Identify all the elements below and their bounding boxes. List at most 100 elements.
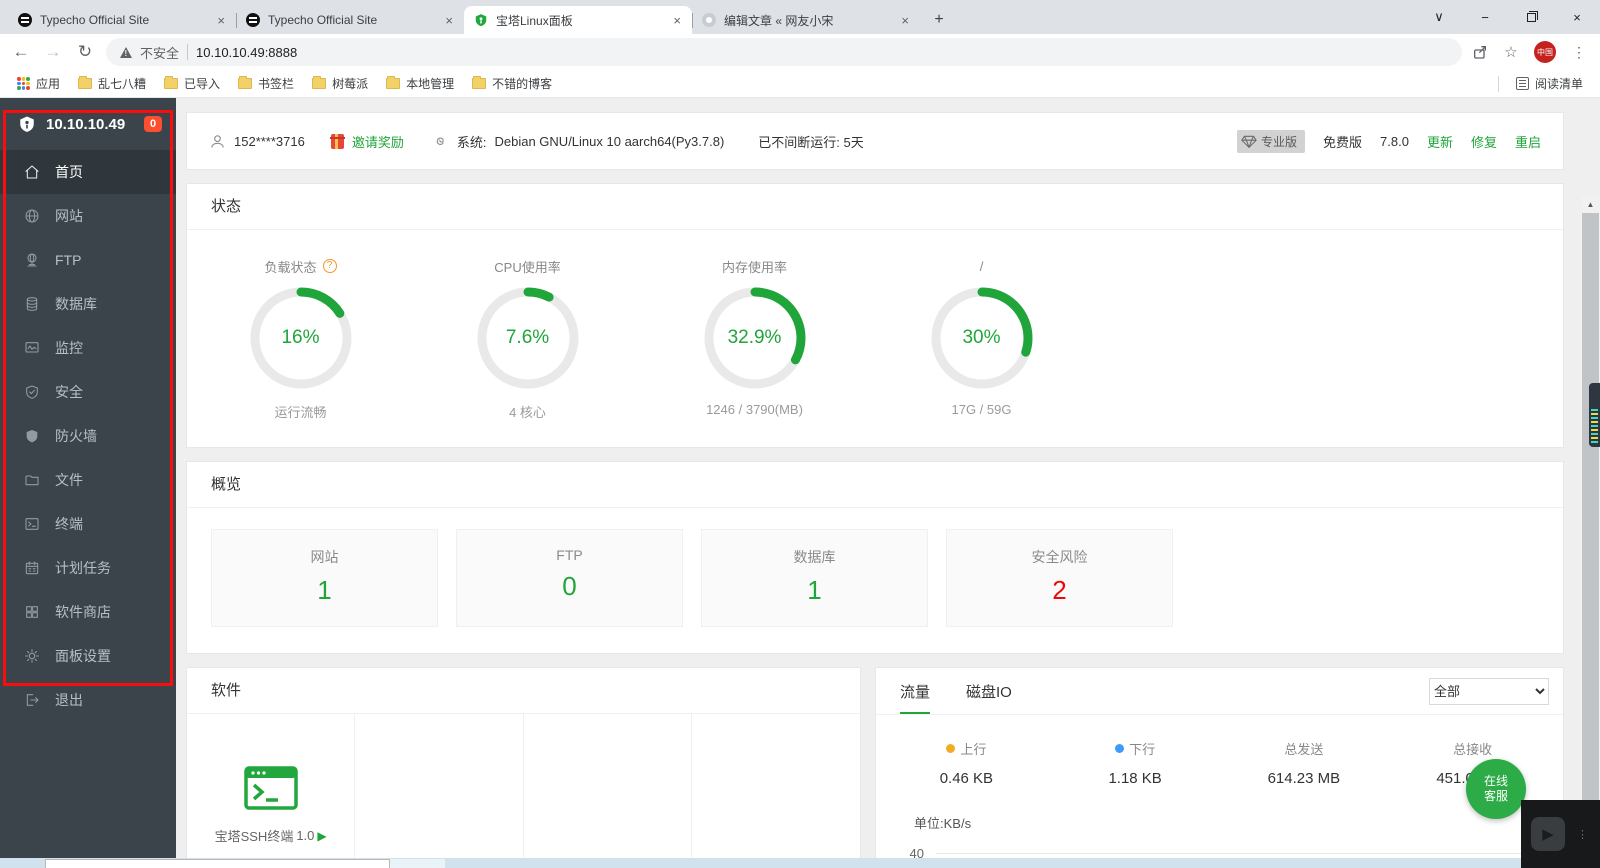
tab-close-icon[interactable]: ×	[898, 13, 912, 28]
overview-security-risk[interactable]: 安全风险 2	[946, 529, 1173, 627]
sidebar-item-label: 安全	[55, 382, 83, 402]
bookmark-folder[interactable]: 不错的博客	[465, 72, 559, 95]
disk-gauge[interactable]: / 30% 17G / 59G	[868, 254, 1095, 421]
restore-button[interactable]	[1508, 10, 1554, 25]
repair-link[interactable]: 修复	[1471, 132, 1497, 151]
tab-close-icon[interactable]: ×	[214, 13, 228, 28]
folder-icon	[78, 78, 92, 89]
browser-tab[interactable]: Typecho Official Site ×	[236, 6, 464, 34]
memory-gauge[interactable]: 内存使用率 32.9% 1246 / 3790(MB)	[641, 254, 868, 421]
browser-tab[interactable]: Typecho Official Site ×	[8, 6, 236, 34]
bookmark-label: 本地管理	[406, 75, 454, 92]
user-account[interactable]: 152****3716	[209, 133, 305, 150]
server-header[interactable]: 10.10.10.49 0	[0, 98, 176, 150]
bookmark-folder[interactable]: 书签栏	[231, 72, 301, 95]
refresh-icon[interactable]: ↻	[74, 42, 96, 62]
page-scrollbar[interactable]: ▲	[1581, 196, 1600, 868]
sidebar-item-ftp[interactable]: FTP	[0, 238, 176, 282]
system-label: 系统:	[457, 132, 487, 151]
tab-traffic[interactable]: 流量	[900, 681, 930, 714]
scroll-up-icon[interactable]: ▲	[1581, 196, 1600, 212]
apps-shortcut[interactable]: 应用	[10, 72, 67, 95]
load-gauge[interactable]: 负载状态? 16% 运行流畅	[187, 254, 414, 421]
overview-website[interactable]: 网站 1	[211, 529, 438, 627]
sidebar-item-home[interactable]: 首页	[0, 150, 176, 194]
bookmark-folder[interactable]: 已导入	[157, 72, 227, 95]
bookmarks-bar: 应用 乱七八糟 已导入 书签栏 树莓派 本地管理 不错的博客 阅读清单	[0, 70, 1600, 98]
sidebar-item-panel-settings[interactable]: 面板设置	[0, 634, 176, 678]
bookmark-label: 树莓派	[332, 75, 368, 92]
sidebar-item-monitor[interactable]: 监控	[0, 326, 176, 370]
bookmark-star-icon[interactable]: ☆	[1500, 43, 1522, 61]
interface-filter-select[interactable]: 全部	[1429, 678, 1549, 705]
version-number: 7.8.0	[1380, 134, 1409, 149]
restart-link[interactable]: 重启	[1515, 132, 1541, 151]
sidebar-item-security[interactable]: 安全	[0, 370, 176, 414]
status-section: 状态 负载状态? 16% 运行流畅 CPU使用率	[186, 183, 1564, 448]
close-button[interactable]: ×	[1554, 10, 1600, 25]
sidebar-item-label: 防火墙	[55, 426, 97, 446]
reading-list-button[interactable]: 阅读清单	[1509, 72, 1590, 95]
online-support-button[interactable]: 在线 客服	[1466, 759, 1526, 819]
forward-icon[interactable]: →	[42, 42, 64, 62]
profile-avatar[interactable]: 中国	[1534, 41, 1556, 63]
new-tab-button[interactable]: +	[926, 7, 952, 33]
share-icon[interactable]	[1472, 44, 1488, 60]
notification-badge[interactable]: 0	[144, 116, 162, 132]
gear-icon	[24, 648, 40, 664]
folder-icon	[312, 78, 326, 89]
sidebar-item-website[interactable]: 网站	[0, 194, 176, 238]
software-app-ssh-terminal[interactable]: 宝塔SSH终端 1.0 ▶	[187, 714, 355, 868]
media-menu-dots-icon[interactable]: ⋮	[1577, 828, 1588, 841]
help-icon[interactable]: ?	[323, 259, 337, 273]
tab-close-icon[interactable]: ×	[670, 13, 684, 28]
tab-disk-io[interactable]: 磁盘IO	[966, 681, 1012, 714]
sidebar-item-database[interactable]: 数据库	[0, 282, 176, 326]
sidebar-item-label: 终端	[55, 514, 83, 534]
update-link[interactable]: 更新	[1427, 132, 1453, 151]
bookmark-folder[interactable]: 本地管理	[379, 72, 461, 95]
url-bar[interactable]: 不安全 10.10.10.49:8888	[106, 38, 1462, 66]
chart-unit-label: 单位:KB/s	[914, 813, 1563, 832]
edge-widget[interactable]	[1589, 383, 1600, 447]
folder-icon	[24, 472, 40, 488]
media-overlay[interactable]: ▶ ⋮	[1521, 800, 1600, 868]
status-title: 状态	[187, 184, 1563, 230]
reading-list-label: 阅读清单	[1535, 75, 1583, 92]
invite-reward[interactable]: 邀请奖励	[331, 132, 404, 151]
sidebar-item-firewall[interactable]: 防火墙	[0, 414, 176, 458]
database-icon	[24, 296, 40, 312]
sidebar-item-files[interactable]: 文件	[0, 458, 176, 502]
gauge-value: 16%	[249, 286, 353, 390]
browser-tab[interactable]: 编辑文章 « 网友小宋 ×	[692, 6, 920, 34]
cpu-gauge[interactable]: CPU使用率 7.6% 4 核心	[414, 254, 641, 421]
back-icon[interactable]: ←	[10, 42, 32, 62]
tab-close-icon[interactable]: ×	[442, 13, 456, 28]
gauge-subtitle: 运行流畅	[274, 402, 326, 421]
browser-tab-active[interactable]: 宝塔Linux面板 ×	[464, 6, 692, 34]
reading-list-icon	[1516, 77, 1529, 90]
monitor-chart-icon	[24, 340, 40, 356]
scrollbar-thumb[interactable]	[1582, 213, 1599, 843]
ssh-terminal-icon	[244, 766, 298, 810]
overview-ftp[interactable]: FTP 0	[456, 529, 683, 627]
sidebar-item-label: 软件商店	[55, 602, 111, 622]
home-icon	[24, 164, 40, 180]
browser-menu-icon[interactable]: ⋮	[1568, 44, 1590, 61]
bookmark-folder[interactable]: 乱七八糟	[71, 72, 153, 95]
not-secure-warning-icon	[120, 47, 132, 58]
divider	[1498, 76, 1499, 92]
run-icon[interactable]: ▶	[317, 829, 326, 843]
bookmark-label: 乱七八糟	[98, 75, 146, 92]
minimize-button[interactable]: −	[1462, 10, 1508, 25]
sidebar-item-label: 面板设置	[55, 646, 111, 666]
bookmark-folder[interactable]: 树莓派	[305, 72, 375, 95]
pro-version-badge[interactable]: 专业版	[1237, 130, 1305, 153]
sidebar-item-terminal[interactable]: 终端	[0, 502, 176, 546]
sidebar-item-cron[interactable]: 计划任务	[0, 546, 176, 590]
overview-database[interactable]: 数据库 1	[701, 529, 928, 627]
tab-search-chevron-icon[interactable]: ∨	[1416, 9, 1462, 25]
software-empty-cell	[692, 714, 860, 868]
sidebar-item-logout[interactable]: 退出	[0, 678, 176, 722]
sidebar-item-app-store[interactable]: 软件商店	[0, 590, 176, 634]
